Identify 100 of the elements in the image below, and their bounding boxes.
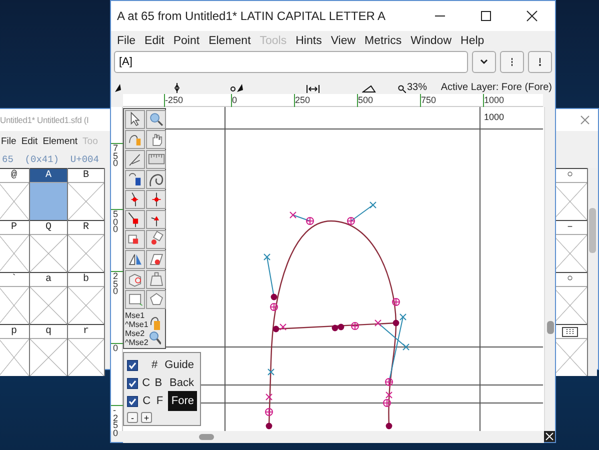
glyph-preview[interactable] bbox=[553, 235, 587, 272]
spiro-icon bbox=[148, 171, 164, 188]
glyph-preview[interactable] bbox=[30, 339, 67, 376]
magnifier-icon bbox=[149, 330, 162, 344]
glyph-outline-drawing[interactable] bbox=[264, 202, 410, 430]
scrollbar-thumb[interactable] bbox=[547, 321, 554, 334]
layer-button[interactable]: + bbox=[141, 412, 152, 423]
layer-column-text: F bbox=[155, 394, 164, 409]
layer-column-text: C bbox=[142, 376, 150, 391]
glyph-label[interactable]: @ bbox=[0, 168, 29, 183]
scrollbar-thumb[interactable] bbox=[589, 208, 596, 253]
exclamation-icon bbox=[538, 58, 542, 66]
layer-name[interactable]: Guide bbox=[162, 354, 197, 376]
mouse-button-label: ^Mse1 bbox=[125, 320, 148, 328]
layer-column-text: B bbox=[154, 376, 163, 391]
layer-button[interactable]: - bbox=[127, 412, 138, 423]
glyph-preview[interactable] bbox=[30, 287, 67, 324]
point-pointer-icon bbox=[230, 83, 244, 93]
window-title: Untitled1* Untitled1.sfd (I bbox=[0, 114, 89, 126]
point-icon bbox=[174, 83, 180, 93]
menu-item[interactable]: Help bbox=[460, 33, 484, 47]
ruler-label: -250 bbox=[113, 407, 118, 438]
next-button[interactable] bbox=[528, 50, 552, 72]
rectangle-icon bbox=[126, 291, 144, 308]
glyph-label[interactable]: ○ bbox=[553, 168, 587, 183]
chevron-icon bbox=[480, 58, 488, 64]
active-layer-label: Active Layer: Fore (Fore) bbox=[440, 81, 552, 95]
glyph-label[interactable]: r bbox=[68, 324, 104, 339]
glyph-preview[interactable] bbox=[68, 235, 104, 272]
menu-item[interactable]: Element bbox=[42, 135, 78, 151]
menu-item[interactable]: Window bbox=[410, 33, 452, 47]
corner-icon bbox=[544, 431, 555, 442]
layer-name[interactable]: Fore bbox=[168, 390, 197, 412]
glyph-label[interactable]: q bbox=[30, 324, 67, 339]
glyph-preview[interactable] bbox=[553, 339, 587, 376]
glyph-preview[interactable] bbox=[68, 339, 104, 376]
angle-icon bbox=[362, 85, 376, 93]
menu-item[interactable]: File bbox=[1, 135, 16, 151]
menu-item[interactable]: Edit bbox=[144, 33, 164, 47]
ruler-label: 500 bbox=[113, 211, 118, 234]
glyph-label[interactable]: ○ bbox=[553, 272, 587, 287]
menu-item[interactable]: File bbox=[117, 33, 136, 47]
scrollbar[interactable] bbox=[123, 431, 544, 443]
checkbox[interactable] bbox=[127, 396, 138, 406]
menu-item[interactable]: Metrics bbox=[364, 33, 402, 47]
ruler-label: 1000 bbox=[484, 94, 504, 107]
pen-icon bbox=[126, 171, 144, 188]
scrollbar-thumb[interactable] bbox=[199, 434, 214, 440]
dropdown-button[interactable] bbox=[472, 50, 496, 72]
glyph-preview[interactable] bbox=[0, 339, 29, 376]
glyph-label[interactable]: ` bbox=[0, 272, 29, 287]
glyph-preview[interactable] bbox=[553, 183, 587, 220]
menu-item[interactable]: Element bbox=[208, 33, 251, 47]
window-title: A at 65 from Untitled1* LATIN CAPITAL LETTER A bbox=[117, 8, 387, 25]
glyph-label[interactable]: b bbox=[68, 272, 104, 287]
text-field[interactable]: [A] bbox=[114, 50, 468, 72]
close-icon[interactable] bbox=[580, 115, 590, 125]
previous-button[interactable] bbox=[500, 50, 524, 72]
glyph-preview[interactable] bbox=[0, 235, 29, 272]
magnifier-icon bbox=[148, 111, 164, 128]
glyph-info: 65 (0x41) U+004 bbox=[2, 154, 99, 166]
glyph-label[interactable]: P bbox=[0, 220, 29, 235]
ruler-label: 750 bbox=[421, 94, 436, 107]
perspective-icon bbox=[148, 271, 164, 288]
glyph-label[interactable]: – bbox=[553, 220, 587, 235]
menu-item[interactable]: Point bbox=[173, 33, 200, 47]
cube-icon bbox=[126, 271, 144, 288]
glyph-preview[interactable] bbox=[0, 287, 29, 324]
layer-column-text: C bbox=[142, 394, 152, 409]
ruler-label: 0 bbox=[113, 345, 118, 353]
skew-icon bbox=[148, 251, 164, 268]
checkbox[interactable] bbox=[127, 378, 138, 388]
layer-name[interactable]: Back bbox=[166, 372, 197, 394]
checkbox[interactable] bbox=[127, 360, 138, 370]
flip-icon bbox=[126, 251, 144, 268]
width-icon bbox=[306, 85, 320, 93]
layer-column-text: # bbox=[152, 358, 158, 373]
ruler-label: 250 bbox=[113, 273, 118, 296]
mouse-button-label: Mse2 bbox=[125, 328, 146, 338]
metric-label: 1000 bbox=[484, 111, 504, 124]
glyph-preview[interactable] bbox=[68, 183, 104, 220]
glyph-label[interactable]: R bbox=[68, 220, 104, 235]
zoom-icon bbox=[398, 85, 406, 93]
glyph-label[interactable]: B bbox=[68, 168, 104, 183]
mouse-button-label: ^Mse2 bbox=[125, 338, 148, 346]
glyph-label[interactable]: p bbox=[0, 324, 29, 339]
glyph-box-icon bbox=[562, 326, 578, 336]
glyph-preview[interactable] bbox=[553, 287, 587, 324]
scrollbar[interactable] bbox=[544, 107, 555, 431]
ruler-label: 250 bbox=[295, 94, 310, 107]
glyph-preview[interactable] bbox=[30, 235, 67, 272]
glyph-preview[interactable] bbox=[0, 183, 29, 220]
menu-item[interactable]: Hints bbox=[296, 33, 322, 47]
menu-item[interactable]: View bbox=[330, 33, 356, 47]
glyph-preview[interactable] bbox=[68, 287, 104, 324]
glyph-label[interactable]: A bbox=[30, 168, 67, 183]
zoom-level: 33% bbox=[407, 81, 428, 95]
glyph-label[interactable]: Q bbox=[30, 220, 67, 235]
menu-item[interactable]: Edit bbox=[21, 135, 38, 151]
glyph-label[interactable]: a bbox=[30, 272, 67, 287]
